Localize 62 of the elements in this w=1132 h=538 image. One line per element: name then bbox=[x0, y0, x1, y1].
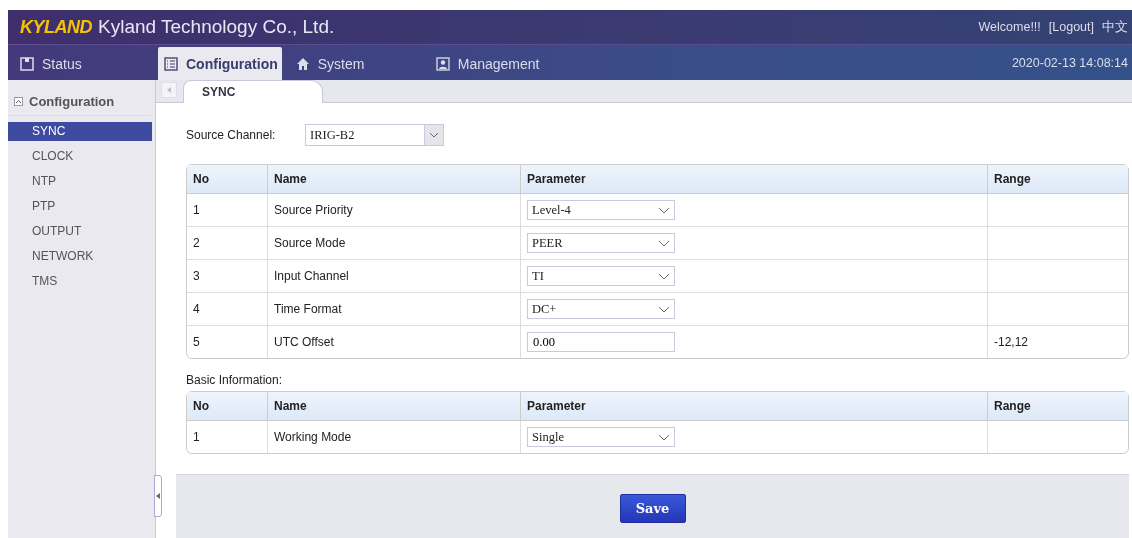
table-cell: Source Mode bbox=[268, 227, 521, 260]
nav-tab[interactable]: System bbox=[283, 47, 422, 80]
table-cell: 3 bbox=[187, 260, 268, 293]
column-header: Parameter bbox=[521, 392, 988, 421]
list-icon bbox=[164, 56, 178, 71]
chevron-down-icon bbox=[658, 433, 670, 441]
sidebar-item[interactable]: PTP bbox=[8, 197, 152, 216]
column-header: Range bbox=[988, 165, 1128, 194]
page-tab[interactable]: SYNC bbox=[183, 80, 323, 103]
column-header: Name bbox=[268, 165, 521, 194]
collapse-handle[interactable] bbox=[154, 475, 162, 517]
table-cell: 5 bbox=[187, 326, 268, 358]
chevron-down-icon bbox=[658, 305, 670, 313]
sidebar-item[interactable]: OUTPUT bbox=[8, 222, 152, 241]
sidebar-item[interactable]: SYNC bbox=[8, 122, 152, 141]
table-cell: Time Format bbox=[268, 293, 521, 326]
parameter-select[interactable]: Single bbox=[527, 427, 675, 447]
source-channel-select[interactable]: IRIG-B2 bbox=[305, 124, 444, 146]
table-cell: 1 bbox=[187, 194, 268, 227]
table-cell: Working Mode bbox=[268, 421, 521, 453]
column-header: Parameter bbox=[521, 165, 988, 194]
language-link[interactable]: 中文 bbox=[1102, 18, 1128, 36]
table-cell: 1 bbox=[187, 421, 268, 453]
input-field[interactable]: 0.00 bbox=[527, 332, 675, 352]
table-cell: Input Channel bbox=[268, 260, 521, 293]
chevron-down-icon bbox=[429, 132, 439, 138]
nav-tab[interactable]: Management bbox=[423, 47, 548, 80]
parameter-select[interactable]: TI bbox=[527, 266, 675, 286]
chevron-down-icon bbox=[658, 206, 670, 214]
datetime: 2020-02-13 14:08:14 bbox=[1011, 55, 1128, 70]
save-button[interactable]: Save bbox=[619, 494, 686, 523]
nav-tab[interactable]: Status bbox=[8, 47, 156, 80]
sidebar-item[interactable]: TMS bbox=[8, 272, 152, 291]
table-cell: -12,12 bbox=[994, 335, 1029, 349]
column-header: No bbox=[187, 392, 268, 421]
caret-icon bbox=[167, 87, 171, 93]
logout-link[interactable]: [Logout] bbox=[1048, 20, 1094, 34]
column-header: Name bbox=[268, 392, 521, 421]
parameter-select[interactable]: DC+ bbox=[527, 299, 675, 319]
parameter-select[interactable]: PEER bbox=[527, 233, 675, 253]
user-icon bbox=[435, 56, 450, 71]
chevron-down-icon bbox=[658, 272, 670, 280]
parameter-select[interactable]: Level-4 bbox=[527, 200, 675, 220]
chevron-down-icon bbox=[658, 239, 670, 247]
table-cell: 4 bbox=[187, 293, 268, 326]
sidebar-title: Configuration bbox=[29, 94, 115, 109]
table-cell: UTC Offset bbox=[268, 326, 521, 358]
sidebar-item[interactable]: NETWORK bbox=[8, 247, 152, 266]
sidebar-item[interactable]: NTP bbox=[8, 172, 152, 191]
column-header: Range bbox=[988, 392, 1128, 421]
nav-tab[interactable]: Configuration bbox=[158, 47, 282, 80]
app-title: Kyland Technology Co., Ltd. bbox=[98, 16, 335, 38]
section-label: Basic Information: bbox=[186, 373, 284, 387]
field-label: Source Channel: bbox=[186, 128, 277, 142]
column-header: No bbox=[187, 165, 268, 194]
sidebar-item[interactable]: CLOCK bbox=[8, 147, 152, 166]
welcome-text: Welcome!!! bbox=[978, 20, 1041, 34]
home-icon bbox=[295, 56, 310, 71]
window-icon bbox=[20, 56, 34, 71]
table-cell: Source Priority bbox=[268, 194, 521, 227]
table-cell: 2 bbox=[187, 227, 268, 260]
logo: KYLAND bbox=[20, 16, 92, 38]
